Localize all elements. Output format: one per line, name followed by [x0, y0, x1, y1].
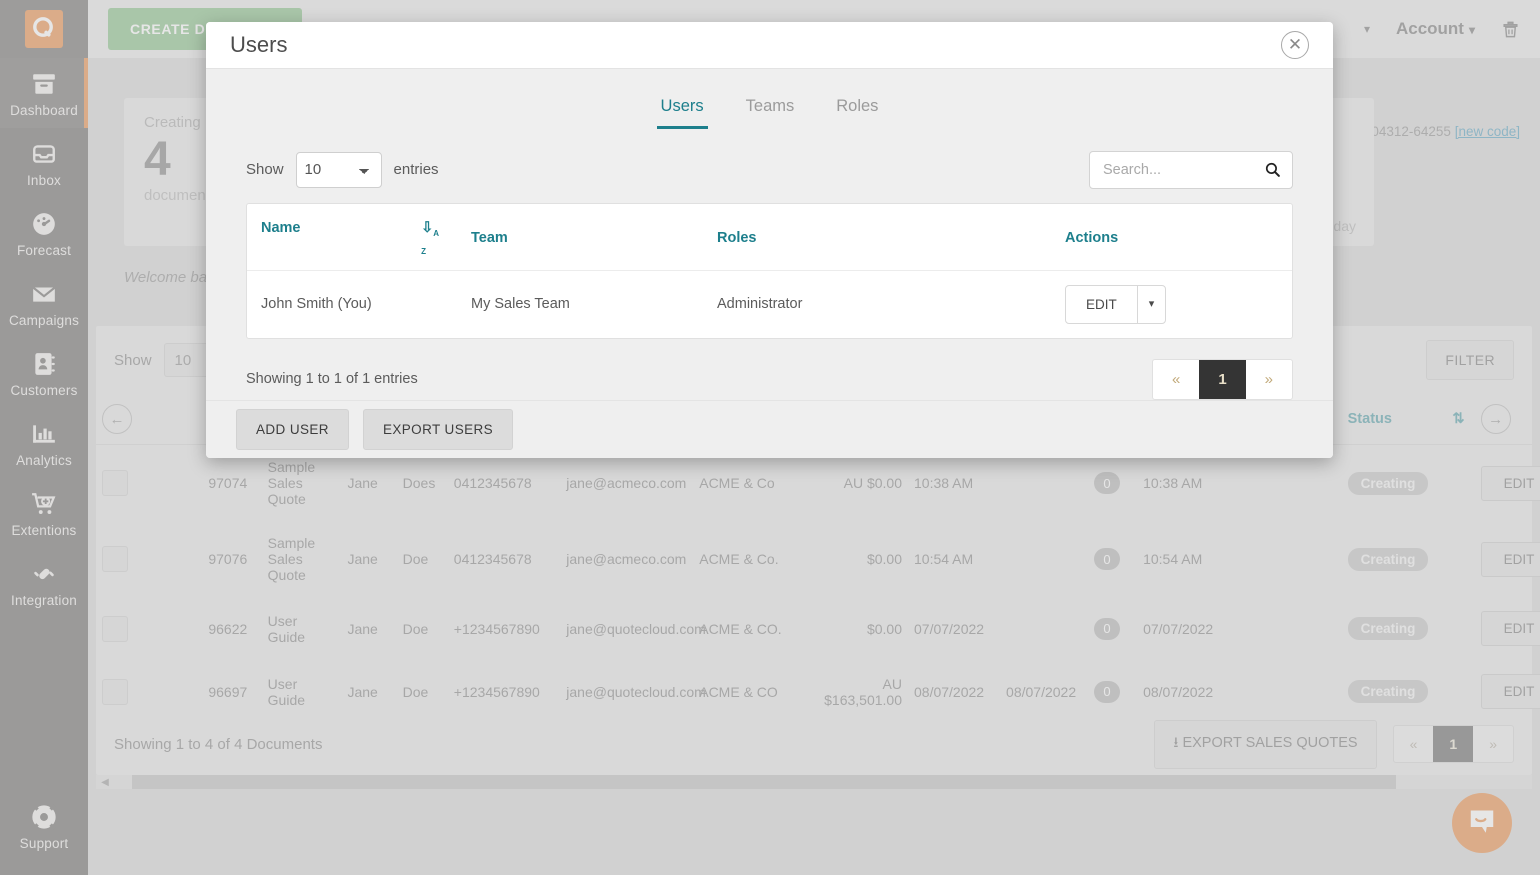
app-root: Dashboard Inbox Forecast Campaigns	[0, 0, 1540, 875]
export-users-button[interactable]: EXPORT USERS	[363, 409, 513, 450]
tab-users[interactable]: Users	[657, 91, 708, 129]
modal-tabs: Users Teams Roles	[246, 91, 1293, 129]
cell-user-roles: Administrator	[703, 270, 1051, 338]
modal-body: Users Teams Roles Show 10 25 50 100 entr…	[206, 69, 1333, 400]
modal-header: Users ✕	[206, 22, 1333, 69]
column-header-actions: Actions	[1051, 204, 1292, 270]
sort-az-icon[interactable]: ⇩AZ	[421, 220, 439, 256]
cell-user-actions: EDIT ▾	[1051, 270, 1292, 338]
cell-user-name: John Smith (You)	[247, 270, 457, 338]
cell-user-team: My Sales Team	[457, 270, 703, 338]
entries-select[interactable]: 10 25 50 100	[296, 152, 382, 188]
search-box	[1089, 151, 1293, 189]
user-edit-split-button[interactable]: EDIT ▾	[1065, 285, 1166, 324]
column-header-team[interactable]: Team	[457, 204, 703, 270]
edit-user-button[interactable]: EDIT	[1066, 286, 1138, 323]
modal-controls-row: Show 10 25 50 100 entries	[246, 151, 1293, 189]
users-table-body: John Smith (You) My Sales Team Administr…	[247, 270, 1292, 338]
column-header-name[interactable]: Name ⇩AZ	[247, 204, 457, 270]
search-input[interactable]	[1089, 151, 1293, 189]
users-table-footer: Showing 1 to 1 of 1 entries « 1 »	[246, 359, 1293, 400]
tab-teams[interactable]: Teams	[742, 91, 799, 129]
show-label: Show	[246, 161, 284, 178]
pagination-first[interactable]: «	[1153, 360, 1199, 399]
table-row[interactable]: John Smith (You) My Sales Team Administr…	[247, 270, 1292, 338]
column-header-roles[interactable]: Roles	[703, 204, 1051, 270]
users-showing-text: Showing 1 to 1 of 1 entries	[246, 371, 418, 387]
pagination-last[interactable]: »	[1246, 360, 1292, 399]
pagination-page-1[interactable]: 1	[1199, 360, 1245, 399]
modal-footer: ADD USER EXPORT USERS	[206, 400, 1333, 458]
users-table-container: Name ⇩AZ Team Roles Actions John Smith (…	[246, 203, 1293, 339]
users-table: Name ⇩AZ Team Roles Actions John Smith (…	[247, 204, 1292, 338]
tab-roles[interactable]: Roles	[832, 91, 882, 129]
close-circle-icon[interactable]: ✕	[1281, 31, 1309, 59]
add-user-button[interactable]: ADD USER	[236, 409, 349, 450]
entries-label: entries	[394, 161, 439, 178]
chevron-down-icon[interactable]: ▾	[1138, 286, 1166, 323]
users-pagination: « 1 »	[1152, 359, 1293, 400]
users-modal: Users ✕ Users Teams Roles Show 10 25 50 …	[206, 22, 1333, 458]
modal-title: Users	[230, 32, 287, 58]
search-icon[interactable]	[1264, 161, 1281, 183]
